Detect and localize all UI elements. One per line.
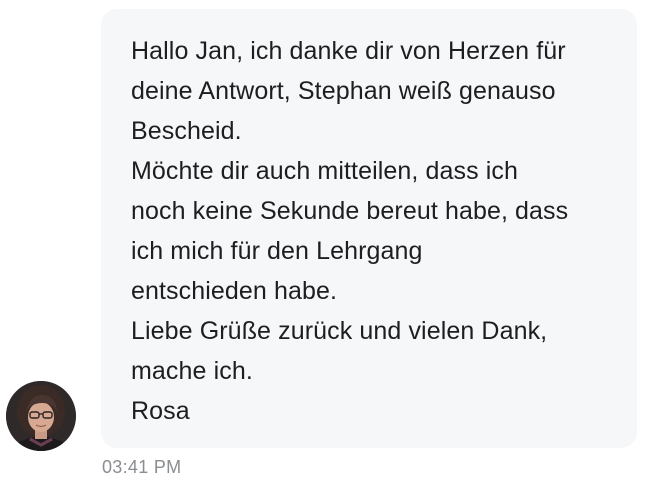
message-line: Hallo Jan, ich danke dir von Herzen für	[131, 37, 566, 65]
message-line: Bescheid.	[131, 117, 242, 145]
message-line: Möchte dir auch mitteilen, dass ich	[131, 157, 519, 185]
message-line: Liebe Grüße zurück und vielen Dank,	[131, 317, 548, 345]
user-avatar-photo-icon	[6, 381, 76, 451]
message-line: Rosa	[131, 397, 190, 425]
chat-message-row: Hallo Jan, ich danke dir von Herzen für …	[0, 0, 662, 502]
message-line: entschieden habe.	[131, 277, 338, 305]
message-text: Hallo Jan, ich danke dir von Herzen für …	[131, 31, 568, 431]
message-timestamp: 03:41 PM	[102, 457, 182, 477]
message-bubble[interactable]: Hallo Jan, ich danke dir von Herzen für …	[101, 9, 637, 448]
sender-avatar[interactable]	[6, 381, 76, 451]
message-line: deine Antwort, Stephan weiß genauso	[131, 77, 556, 105]
message-line: ich mich für den Lehrgang	[131, 237, 423, 265]
message-line: noch keine Sekunde bereut habe, dass	[131, 197, 569, 225]
message-line: mache ich.	[131, 357, 253, 385]
